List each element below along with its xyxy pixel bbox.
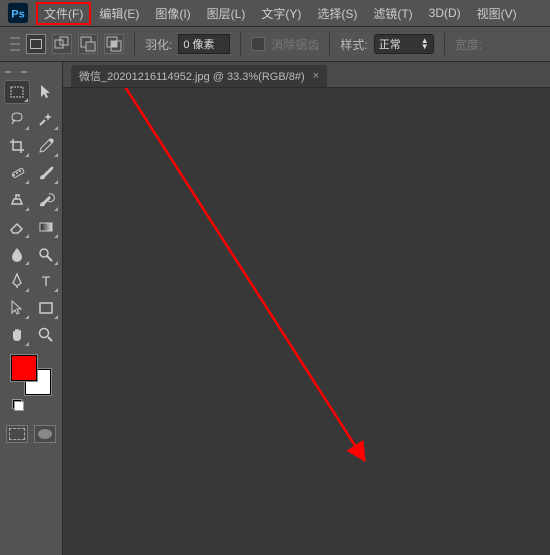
tool-path-select[interactable] — [4, 296, 30, 320]
chevron-updown-icon: ▲▼ — [421, 38, 429, 50]
tool-rect-marquee[interactable] — [4, 80, 30, 104]
tool-brush[interactable] — [33, 161, 59, 185]
separator — [240, 33, 241, 55]
options-grip-icon[interactable] — [10, 35, 20, 53]
antialias-checkbox[interactable] — [251, 37, 265, 51]
tool-gradient[interactable] — [33, 215, 59, 239]
tool-panel: T — [0, 62, 63, 555]
tool-hand[interactable] — [4, 323, 30, 347]
tool-eyedropper[interactable] — [33, 134, 59, 158]
annotation-arrow-icon — [63, 88, 483, 548]
style-select[interactable]: 正常 ▲▼ — [374, 34, 434, 54]
menu-edit[interactable]: 编辑(E) — [91, 2, 147, 25]
separator — [329, 33, 330, 55]
tool-crop[interactable] — [4, 134, 30, 158]
svg-text:Ps: Ps — [11, 9, 24, 21]
close-icon[interactable]: × — [313, 70, 319, 82]
options-bar: 羽化: 0 像素 消除锯齿 样式: 正常 ▲▼ 宽度: — [0, 26, 550, 62]
menu-layer[interactable]: 图层(L) — [199, 2, 254, 25]
fg-color-swatch[interactable] — [11, 355, 37, 381]
tool-move[interactable] — [33, 80, 59, 104]
standard-mode-button[interactable] — [6, 425, 28, 443]
default-colors-icon[interactable] — [12, 399, 24, 411]
tool-type[interactable]: T — [33, 269, 59, 293]
selection-subtract-button[interactable] — [78, 34, 98, 54]
tool-clone-stamp[interactable] — [4, 188, 30, 212]
selection-intersect-button[interactable] — [104, 34, 124, 54]
document-tab-title: 微信_20201216114952.jpg @ 33.3%(RGB/8#) — [79, 68, 305, 84]
separator — [444, 33, 445, 55]
document-tab-bar: 微信_20201216114952.jpg @ 33.3%(RGB/8#) × — [63, 62, 550, 88]
svg-text:T: T — [41, 273, 50, 289]
feather-label: 羽化: — [145, 36, 172, 53]
menu-filter[interactable]: 滤镜(T) — [365, 2, 420, 25]
selection-new-button[interactable] — [26, 34, 46, 54]
tool-lasso[interactable] — [4, 107, 30, 131]
menu-file[interactable]: 文件(F) — [36, 2, 91, 25]
tool-eraser[interactable] — [4, 215, 30, 239]
separator — [134, 33, 135, 55]
quick-mask-button[interactable] — [34, 425, 56, 443]
antialias-label: 消除锯齿 — [271, 36, 319, 53]
menu-image[interactable]: 图像(I) — [147, 2, 198, 25]
ps-logo-icon[interactable]: Ps — [4, 3, 32, 23]
style-value: 正常 — [379, 36, 401, 52]
width-label: 宽度: — [455, 36, 482, 53]
document-tab[interactable]: 微信_20201216114952.jpg @ 33.3%(RGB/8#) × — [71, 65, 327, 87]
menu-view[interactable]: 视图(V) — [469, 2, 525, 25]
panel-grip-icon[interactable] — [3, 68, 59, 76]
selection-add-button[interactable] — [52, 34, 72, 54]
color-swatches[interactable] — [11, 355, 51, 395]
menu-bar: Ps 文件(F) 编辑(E) 图像(I) 图层(L) 文字(Y) 选择(S) 滤… — [0, 0, 550, 26]
canvas[interactable] — [63, 88, 550, 555]
tool-magic-wand[interactable] — [33, 107, 59, 131]
tool-blur[interactable] — [4, 242, 30, 266]
menu-select[interactable]: 选择(S) — [309, 2, 365, 25]
tool-pen[interactable] — [4, 269, 30, 293]
menu-type[interactable]: 文字(Y) — [253, 2, 309, 25]
tool-shape[interactable] — [33, 296, 59, 320]
feather-input[interactable]: 0 像素 — [178, 34, 230, 54]
tool-zoom[interactable] — [33, 323, 59, 347]
tool-healing-brush[interactable] — [4, 161, 30, 185]
menu-3d[interactable]: 3D(D) — [421, 3, 469, 23]
tool-dodge[interactable] — [33, 242, 59, 266]
document-area: 微信_20201216114952.jpg @ 33.3%(RGB/8#) × — [63, 62, 550, 555]
style-label: 样式: — [340, 36, 367, 53]
tool-history-brush[interactable] — [33, 188, 59, 212]
